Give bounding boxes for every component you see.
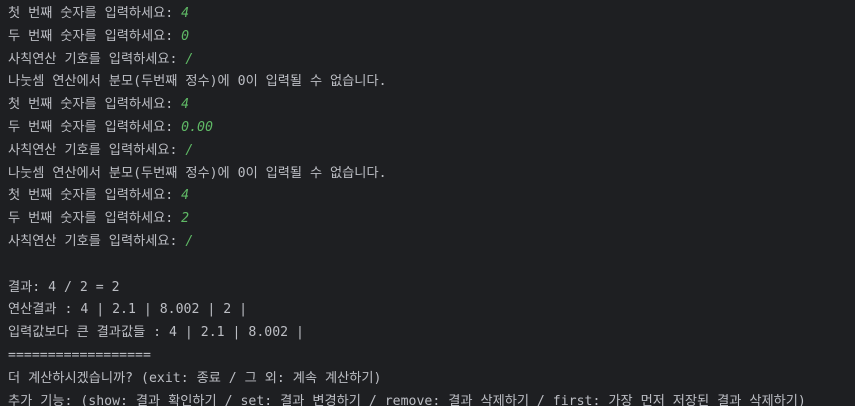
error-message-text: 나눗셈 연산에서 분모(두번째 정수)에 0이 입력될 수 없습니다.: [8, 74, 387, 90]
console-line: 두 번째 숫자를 입력하세요: 2: [8, 208, 855, 231]
user-input-text: 2: [181, 211, 190, 227]
prompt-text: 두 번째 숫자를 입력하세요:: [8, 119, 182, 135]
prompt-text: 두 번째 숫자를 입력하세요:: [8, 211, 182, 227]
user-input-text: /: [185, 233, 194, 249]
prompt-text: 사칙연산 기호를 입력하세요:: [8, 142, 186, 158]
user-input-text: 4: [181, 188, 190, 204]
user-input-text: 4: [181, 6, 190, 21]
separator-text: ==================: [8, 347, 151, 363]
greater-results-text: 입력값보다 큰 결과값들 : 4 | 2.1 | 8.002 |: [8, 325, 304, 341]
console-line: 사칙연산 기호를 입력하세요: /: [8, 140, 855, 163]
console-line: 첫 번째 숫자를 입력하세요: 4: [8, 3, 855, 26]
console-line: 두 번째 숫자를 입력하세요: 0: [8, 26, 855, 49]
console-line: 나눗셈 연산에서 분모(두번째 정수)에 0이 입력될 수 없습니다.: [8, 71, 855, 94]
user-input-text: 0: [181, 28, 190, 44]
user-input-text: 4: [181, 97, 190, 113]
continue-prompt-text: 더 계산하시겠습니까? (exit: 종료 / 그 외: 계속 계산하기): [8, 370, 382, 386]
console-line: 추가 기능: (show: 결과 확인하기 / set: 결과 변경하기 / r…: [8, 391, 855, 406]
prompt-text: 사칙연산 기호를 입력하세요:: [8, 51, 186, 67]
console-line: 더 계산하시겠습니까? (exit: 종료 / 그 외: 계속 계산하기): [8, 368, 855, 391]
prompt-text: 사칙연산 기호를 입력하세요:: [8, 233, 186, 249]
user-input-text: /: [185, 51, 194, 67]
result-text: 결과: 4 / 2 = 2: [8, 279, 120, 295]
console-line: 첫 번째 숫자를 입력하세요: 4: [8, 185, 855, 208]
console-line: 첫 번째 숫자를 입력하세요: 4: [8, 94, 855, 117]
console-line: 두 번째 숫자를 입력하세요: 0.00: [8, 117, 855, 140]
user-input-text: 0.00: [181, 119, 213, 135]
results-list-text: 연산결과 : 4 | 2.1 | 8.002 | 2 |: [8, 302, 248, 318]
console-output[interactable]: 첫 번째 숫자를 입력하세요: 4 두 번째 숫자를 입력하세요: 0 사칙연산…: [0, 0, 855, 406]
console-line: 결과: 4 / 2 = 2: [8, 277, 855, 300]
prompt-text: 첫 번째 숫자를 입력하세요:: [8, 97, 182, 113]
user-input-text: /: [185, 142, 194, 158]
prompt-text: 첫 번째 숫자를 입력하세요:: [8, 188, 182, 204]
error-message-text: 나눗셈 연산에서 분모(두번째 정수)에 0이 입력될 수 없습니다.: [8, 165, 387, 181]
prompt-text: 두 번째 숫자를 입력하세요:: [8, 28, 182, 44]
extra-features-text: 추가 기능: (show: 결과 확인하기 / set: 결과 변경하기 / r…: [8, 393, 806, 406]
prompt-text: 첫 번째 숫자를 입력하세요:: [8, 6, 182, 21]
console-line: 사칙연산 기호를 입력하세요: /: [8, 49, 855, 72]
console-line: 사칙연산 기호를 입력하세요: /: [8, 231, 855, 254]
console-line: ==================: [8, 345, 855, 368]
console-line: 연산결과 : 4 | 2.1 | 8.002 | 2 |: [8, 299, 855, 322]
console-line: 입력값보다 큰 결과값들 : 4 | 2.1 | 8.002 |: [8, 322, 855, 345]
console-lines: 첫 번째 숫자를 입력하세요: 4 두 번째 숫자를 입력하세요: 0 사칙연산…: [8, 3, 855, 406]
console-line: 나눗셈 연산에서 분모(두번째 정수)에 0이 입력될 수 없습니다.: [8, 163, 855, 186]
